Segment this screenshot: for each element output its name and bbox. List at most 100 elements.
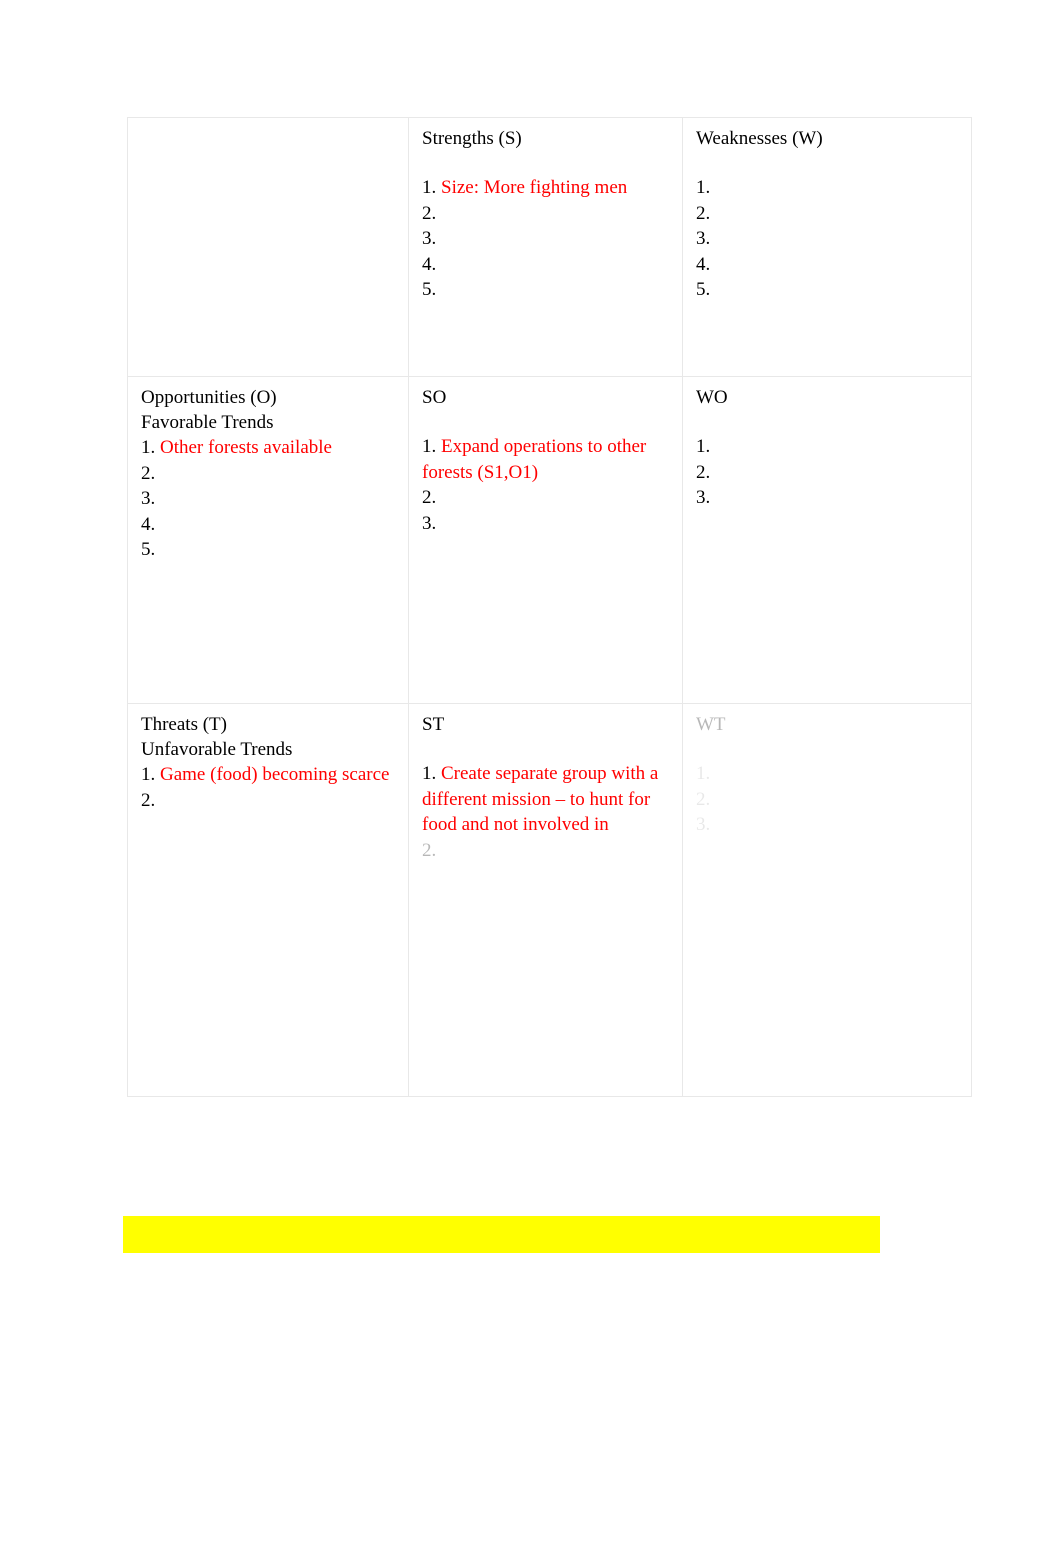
- list-item: 1.: [696, 761, 961, 787]
- list-item: 1. Expand operations to other forests (S…: [422, 434, 672, 485]
- list-number: 1.: [422, 436, 437, 457]
- list-item: 2.: [696, 787, 961, 813]
- corner-inner: INTERNAL EXTERNAL: [128, 118, 409, 376]
- threats-list: 1. Game (food) becoming scarce 2.: [141, 762, 398, 813]
- list-item: 3.: [696, 485, 961, 511]
- list-text: Expand operations to other forests (S1,O…: [422, 436, 647, 483]
- list-number: 5.: [696, 279, 711, 301]
- st-heading: ST: [422, 714, 445, 735]
- list-text: Game (food) becoming scarce: [160, 764, 390, 785]
- list-number: 1.: [422, 177, 437, 198]
- list-number: 2.: [422, 839, 437, 861]
- strengths-cell: Strengths (S) 1. Size: More fighting men…: [408, 117, 683, 377]
- table-row-headers: INTERNAL EXTERNAL Strengths (S) 1. Size:…: [127, 117, 972, 377]
- list-number: 4.: [141, 513, 156, 535]
- threats-subheading: Unfavorable Trends: [141, 739, 293, 760]
- list-number: 2.: [422, 202, 437, 224]
- list-number: 3.: [422, 228, 437, 250]
- list-number: 3.: [696, 228, 711, 250]
- list-item: 3.: [422, 511, 672, 537]
- st-list: 1. Create separate group with a differen…: [422, 761, 672, 863]
- list-number: 4.: [422, 253, 437, 275]
- list-item: 1. Game (food) becoming scarce: [141, 762, 398, 788]
- strengths-list: 1. Size: More fighting men 2. 3. 4. 5.: [422, 175, 672, 303]
- list-item: 3.: [141, 486, 398, 512]
- threats-cell: Threats (T) Unfavorable Trends 1. Game (…: [127, 703, 409, 1097]
- st-content: ST 1. Create separate group with a diffe…: [409, 704, 682, 869]
- list-item: 5.: [141, 537, 398, 563]
- list-item: 2.: [422, 838, 672, 864]
- wt-list: 1. 2. 3.: [696, 761, 961, 838]
- list-number: 3.: [141, 488, 156, 510]
- wo-list: 1. 2. 3.: [696, 434, 961, 511]
- list-number: 2.: [696, 202, 711, 224]
- list-item: 2.: [422, 485, 672, 511]
- threats-heading: Threats (T): [141, 714, 227, 735]
- list-item: 5.: [422, 277, 672, 303]
- so-content: SO 1. Expand operations to other forests…: [409, 377, 682, 542]
- strengths-heading: Strengths (S): [422, 128, 522, 149]
- so-strategy-cell: SO 1. Expand operations to other forests…: [408, 376, 683, 704]
- list-item: 3.: [696, 812, 961, 838]
- list-item: 4.: [696, 252, 961, 278]
- list-number: 2.: [141, 789, 156, 811]
- list-number: 2.: [696, 461, 711, 483]
- list-item: 3.: [696, 226, 961, 252]
- list-item: 2.: [696, 460, 961, 486]
- list-item: 1. Create separate group with a differen…: [422, 761, 672, 838]
- list-number: 2.: [141, 462, 156, 484]
- yellow-highlight-bar: [123, 1216, 880, 1253]
- list-number: 1.: [696, 436, 711, 457]
- external-axis-label: EXTERNAL: [141, 345, 264, 370]
- wt-strategy-cell: WT 1. 2. 3.: [682, 703, 972, 1097]
- opportunities-heading: Opportunities (O): [141, 387, 277, 408]
- weaknesses-content: Weaknesses (W) 1. 2. 3. 4. 5.: [683, 118, 971, 309]
- so-list: 1. Expand operations to other forests (S…: [422, 434, 672, 536]
- list-number: 3.: [696, 487, 711, 509]
- list-text: Size: More fighting men: [441, 177, 628, 198]
- table-row-opportunities: Opportunities (O) Favorable Trends 1. Ot…: [127, 376, 972, 704]
- list-number: 4.: [696, 253, 711, 275]
- list-number: 1.: [696, 763, 711, 784]
- matrix-corner-cell: INTERNAL EXTERNAL: [127, 117, 409, 377]
- swot-matrix-table: INTERNAL EXTERNAL Strengths (S) 1. Size:…: [127, 117, 972, 1097]
- so-heading: SO: [422, 387, 447, 408]
- opportunities-cell: Opportunities (O) Favorable Trends 1. Ot…: [127, 376, 409, 704]
- list-item: 4.: [422, 252, 672, 278]
- list-number: 1.: [141, 437, 156, 458]
- list-item: 1. Other forests available: [141, 435, 398, 461]
- list-item: 2.: [141, 788, 398, 814]
- wo-strategy-cell: WO 1. 2. 3.: [682, 376, 972, 704]
- list-item: 2.: [141, 461, 398, 487]
- list-item: 5.: [696, 277, 961, 303]
- weaknesses-list: 1. 2. 3. 4. 5.: [696, 175, 961, 303]
- weaknesses-cell: Weaknesses (W) 1. 2. 3. 4. 5.: [682, 117, 972, 377]
- internal-axis-label: INTERNAL: [292, 130, 409, 155]
- list-item: 1. Size: More fighting men: [422, 175, 672, 201]
- list-number: 3.: [696, 814, 711, 836]
- list-number: 5.: [141, 539, 156, 561]
- list-number: 3.: [422, 512, 437, 534]
- list-item: 2.: [422, 201, 672, 227]
- list-item: 4.: [141, 512, 398, 538]
- list-number: 2.: [422, 487, 437, 509]
- list-number: 1.: [141, 764, 156, 785]
- table-row-threats: Threats (T) Unfavorable Trends 1. Game (…: [127, 703, 972, 1097]
- wt-content: WT 1. 2. 3.: [683, 704, 971, 844]
- opportunities-subheading: Favorable Trends: [141, 412, 274, 433]
- threats-content: Threats (T) Unfavorable Trends 1. Game (…: [128, 704, 408, 819]
- st-strategy-cell: ST 1. Create separate group with a diffe…: [408, 703, 683, 1097]
- list-number: 2.: [696, 788, 711, 810]
- list-number: 1.: [696, 177, 711, 198]
- list-number: 1.: [422, 763, 437, 784]
- list-text: Create separate group with a different m…: [422, 763, 659, 836]
- list-item: 2.: [696, 201, 961, 227]
- opportunities-content: Opportunities (O) Favorable Trends 1. Ot…: [128, 377, 408, 569]
- list-text: Other forests available: [160, 437, 332, 458]
- strengths-content: Strengths (S) 1. Size: More fighting men…: [409, 118, 682, 309]
